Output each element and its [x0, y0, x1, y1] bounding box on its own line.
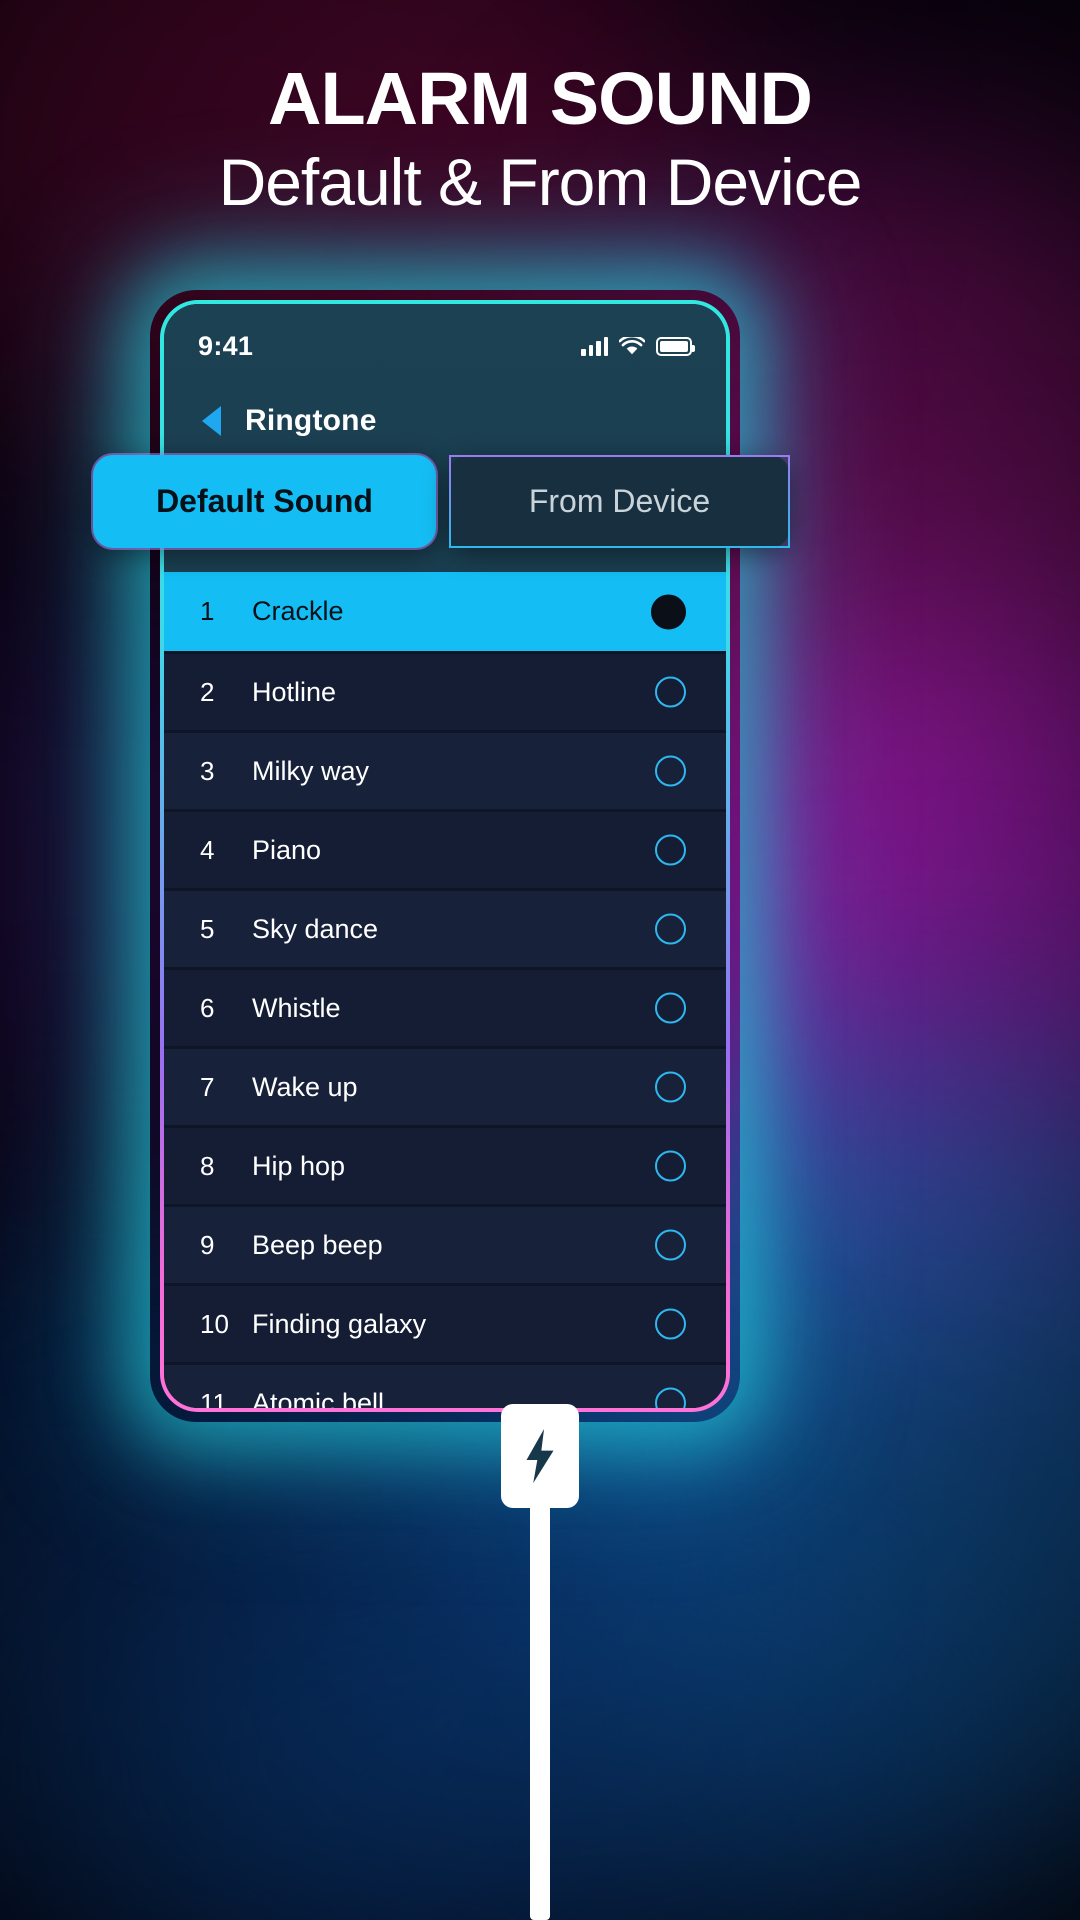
ringtone-row[interactable]: 8 Hip hop [164, 1125, 726, 1204]
radio-unselected-icon[interactable] [655, 676, 686, 708]
radio-unselected-icon[interactable] [655, 1308, 686, 1340]
ringtone-row[interactable]: 1 Crackle [164, 572, 726, 651]
charger-plug [501, 1404, 579, 1508]
radio-unselected-icon[interactable] [655, 1229, 686, 1261]
signal-icon [581, 336, 608, 356]
ringtone-row[interactable]: 5 Sky dance [164, 888, 726, 967]
ringtone-index: 5 [200, 913, 215, 944]
ringtone-index: 8 [200, 1150, 215, 1181]
tab-from-device-label: From Device [528, 483, 711, 519]
ringtone-row[interactable]: 9 Beep beep [164, 1204, 726, 1283]
promo-subheadline: Default & From Device [218, 145, 863, 219]
ringtone-row[interactable]: 2 Hotline [164, 651, 726, 730]
back-triangle-icon[interactable] [202, 406, 221, 436]
promo-headline: ALARM SOUND [268, 57, 813, 140]
radio-selected-icon[interactable] [651, 594, 686, 629]
ringtone-index: 9 [200, 1229, 215, 1260]
ringtone-row[interactable]: 4 Piano [164, 809, 726, 888]
radio-unselected-icon[interactable] [655, 834, 686, 866]
ringtone-index: 3 [200, 755, 215, 786]
ringtone-name: Finding galaxy [252, 1308, 427, 1339]
page-title: Ringtone [245, 404, 377, 437]
ringtone-name: Hotline [252, 676, 337, 707]
wifi-icon [619, 336, 645, 354]
ringtone-index: 7 [200, 1071, 215, 1102]
radio-unselected-icon[interactable] [655, 755, 686, 787]
ringtone-index: 11 [200, 1387, 227, 1409]
ringtone-row[interactable]: 11 Atomic bell [164, 1362, 726, 1408]
lightning-bolt-icon [526, 1429, 554, 1483]
ringtone-index: 6 [200, 992, 215, 1023]
ringtone-name: Wake up [252, 1071, 358, 1102]
ringtone-index: 10 [200, 1308, 229, 1339]
ringtone-name: Whistle [252, 992, 341, 1023]
radio-unselected-icon[interactable] [655, 992, 686, 1024]
nav-row: Ringtone [164, 366, 726, 438]
battery-icon [656, 336, 695, 356]
radio-unselected-icon[interactable] [655, 1071, 686, 1103]
tab-default-sound[interactable]: Default Sound [93, 455, 436, 548]
radio-unselected-icon[interactable] [655, 1387, 686, 1408]
status-time: 9:41 [198, 330, 254, 361]
ringtone-row[interactable]: 10 Finding galaxy [164, 1283, 726, 1362]
radio-unselected-icon[interactable] [655, 913, 686, 945]
ringtone-index: 2 [200, 676, 215, 707]
status-bar: 9:41 [164, 304, 726, 366]
tab-default-sound-label: Default Sound [156, 483, 373, 519]
radio-unselected-icon[interactable] [655, 1150, 686, 1182]
ringtone-name: Sky dance [252, 913, 379, 944]
ringtone-index: 1 [200, 596, 215, 626]
ringtone-name: Atomic bell [252, 1387, 385, 1409]
ringtone-name: Hip hop [252, 1150, 346, 1181]
charger-wire [530, 1508, 550, 1920]
ringtone-list[interactable]: 1 Crackle 2 Hotline 3 Milky way 4 Piano 5 Sky dan… [164, 572, 726, 1408]
ringtone-row[interactable]: 6 Whistle [164, 967, 726, 1046]
ringtone-name: Crackle [252, 596, 344, 626]
charger-cable [501, 1404, 579, 1920]
ringtone-row[interactable]: 3 Milky way [164, 730, 726, 809]
ringtone-name: Piano [252, 834, 322, 865]
ringtone-name: Beep beep [252, 1229, 383, 1260]
tab-from-device[interactable]: From Device [449, 455, 790, 548]
ringtone-row[interactable]: 7 Wake up [164, 1046, 726, 1125]
ringtone-index: 4 [200, 834, 215, 865]
promo-headline-block: ALARM SOUND Default & From Device [0, 62, 1080, 222]
ringtone-name: Milky way [252, 755, 370, 786]
